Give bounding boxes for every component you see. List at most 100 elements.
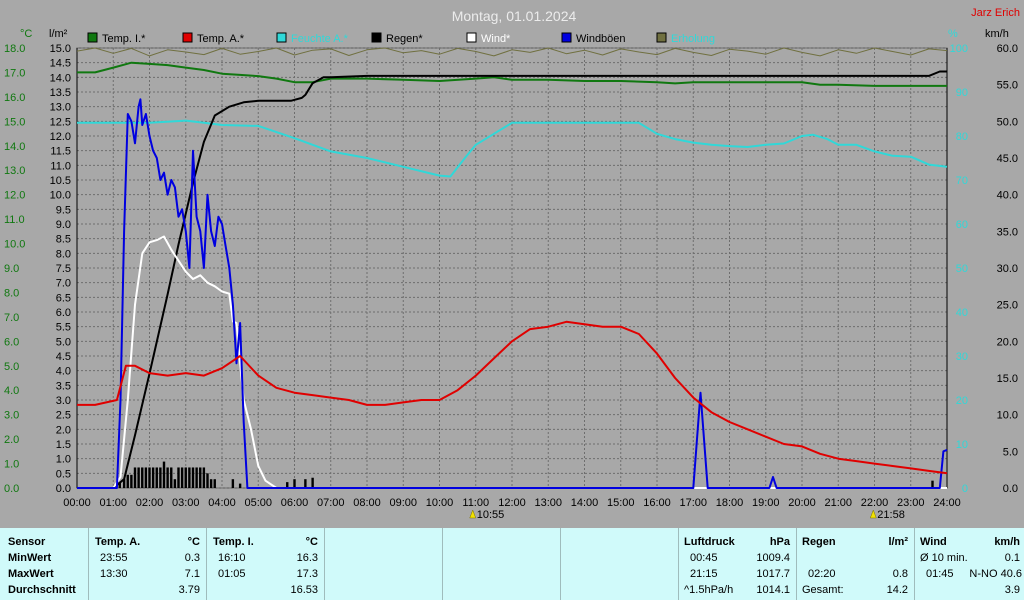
rain-tick-label: 10.0 bbox=[50, 190, 71, 202]
humidity-tick-label: 10 bbox=[956, 439, 968, 451]
humidity-tick-label: 70 bbox=[956, 175, 968, 187]
temp-tick-label: 17.0 bbox=[4, 67, 25, 79]
rain-tick-label: 0.0 bbox=[56, 483, 71, 495]
rain-tick-label: 12.0 bbox=[50, 131, 71, 143]
rain-bar bbox=[304, 479, 307, 488]
rain-tick-label: 3.5 bbox=[56, 380, 71, 392]
humidity-tick-label: 0 bbox=[962, 483, 968, 495]
rain-tick-label: 2.0 bbox=[56, 424, 71, 436]
wind-tick-label: 20.0 bbox=[997, 336, 1018, 348]
x-tick-label: 02:00 bbox=[136, 497, 164, 509]
temp-i-max-value: 17.3 bbox=[296, 568, 318, 580]
temp-i-max-time: 01:05 bbox=[218, 568, 246, 580]
rain-bar bbox=[162, 461, 166, 488]
author-label: Jarz Erich bbox=[971, 7, 1020, 19]
temp-i-min-value: 16.3 bbox=[296, 552, 318, 564]
humidity-tick-label: 90 bbox=[956, 87, 968, 99]
rain-tick-label: 8.0 bbox=[56, 248, 71, 260]
marker-label: 21:58 bbox=[877, 509, 905, 521]
rain-tick-label: 5.5 bbox=[56, 322, 71, 334]
rain-bar bbox=[130, 474, 133, 488]
temp-a-max-value: 7.1 bbox=[184, 568, 200, 580]
wind-tick-label: 55.0 bbox=[997, 80, 1018, 92]
legend-swatch bbox=[276, 32, 287, 43]
temp-i-average: 16.53 bbox=[290, 584, 318, 596]
divider bbox=[206, 528, 207, 600]
wind-unit: km/h bbox=[994, 536, 1020, 548]
temp-tick-label: 16.0 bbox=[4, 92, 25, 104]
rain-max-time: 02:20 bbox=[808, 568, 836, 580]
temp-tick-label: 4.0 bbox=[4, 385, 19, 397]
wind-avg-value: 0.1 bbox=[1004, 552, 1020, 564]
x-tick-label: 07:00 bbox=[317, 497, 345, 509]
x-tick-label: 17:00 bbox=[679, 497, 707, 509]
rain-bar bbox=[151, 467, 155, 488]
temp-tick-label: 14.0 bbox=[4, 141, 25, 153]
rain-tick-label: 15.0 bbox=[50, 43, 71, 55]
temp-tick-label: 9.0 bbox=[4, 263, 19, 275]
x-tick-label: 09:00 bbox=[389, 497, 417, 509]
pressure-trend-label: ^1.5hPa/h bbox=[684, 584, 734, 596]
temp-i-header: Temp. I. bbox=[213, 536, 254, 548]
divider bbox=[88, 528, 89, 600]
divider bbox=[442, 528, 443, 600]
rain-bar bbox=[231, 479, 235, 488]
pressure-max-value: 1017.7 bbox=[756, 568, 790, 580]
temp-tick-label: 12.0 bbox=[4, 190, 25, 202]
legend-swatch bbox=[656, 32, 667, 43]
rain-bar bbox=[293, 479, 296, 488]
temp-tick-label: 5.0 bbox=[4, 361, 19, 373]
rain-tick-label: 9.5 bbox=[56, 204, 71, 216]
wind-tick-label: 50.0 bbox=[997, 116, 1018, 128]
temp-axis-unit: °C bbox=[20, 28, 32, 40]
x-tick-label: 05:00 bbox=[244, 497, 272, 509]
rain-bar bbox=[173, 479, 177, 488]
legend-swatch bbox=[371, 32, 382, 43]
rain-max-value: 0.8 bbox=[892, 568, 908, 580]
wind-tick-label: 0.0 bbox=[1003, 483, 1018, 495]
temp-a-min-value: 0.3 bbox=[184, 552, 200, 564]
rain-tick-label: 3.0 bbox=[56, 395, 71, 407]
divider bbox=[796, 528, 797, 600]
wind-tick-label: 45.0 bbox=[997, 153, 1018, 165]
x-tick-label: 10:00 bbox=[426, 497, 454, 509]
divider bbox=[678, 528, 679, 600]
wind-avg-label: Ø 10 min. bbox=[920, 552, 968, 564]
temp-tick-label: 18.0 bbox=[4, 43, 25, 55]
x-tick-label: 13:00 bbox=[534, 497, 562, 509]
rain-bar bbox=[177, 467, 180, 488]
legend-label: Regen* bbox=[386, 33, 423, 45]
temp-tick-label: 6.0 bbox=[4, 336, 19, 348]
rain-tick-label: 7.0 bbox=[56, 278, 71, 290]
rain-tick-label: 11.0 bbox=[50, 160, 71, 172]
rain-bar bbox=[931, 480, 934, 488]
x-tick-label: 08:00 bbox=[353, 497, 381, 509]
x-tick-label: 04:00 bbox=[208, 497, 236, 509]
legend-label: Temp. I.* bbox=[102, 33, 146, 45]
rain-tick-label: 11.5 bbox=[50, 146, 71, 158]
wind-header: Wind bbox=[920, 536, 947, 548]
humidity-tick-label: 50 bbox=[956, 263, 968, 275]
rain-tick-label: 9.0 bbox=[56, 219, 71, 231]
legend-label: Temp. A.* bbox=[197, 33, 245, 45]
x-tick-label: 18:00 bbox=[716, 497, 744, 509]
rain-bar bbox=[155, 467, 158, 488]
rain-total-label: Gesamt: bbox=[802, 584, 844, 596]
rain-tick-label: 4.0 bbox=[56, 366, 71, 378]
temp-a-header: Temp. A. bbox=[95, 536, 141, 548]
rain-bar bbox=[126, 474, 129, 488]
rain-tick-label: 6.0 bbox=[56, 307, 71, 319]
row-label-min: MinWert bbox=[8, 552, 52, 564]
legend-label: Feuchte A.* bbox=[291, 33, 349, 45]
legend-label: Erholung bbox=[671, 33, 715, 45]
chart-title: Montag, 01.01.2024 bbox=[452, 8, 577, 24]
rain-tick-label: 6.5 bbox=[56, 292, 71, 304]
divider bbox=[914, 528, 915, 600]
x-tick-label: 21:00 bbox=[824, 497, 852, 509]
temp-a-min-time: 23:55 bbox=[100, 552, 128, 564]
x-tick-label: 20:00 bbox=[788, 497, 816, 509]
rain-header: Regen bbox=[802, 536, 836, 548]
temp-i-unit: °C bbox=[305, 536, 318, 548]
x-tick-label: 24:00 bbox=[933, 497, 961, 509]
x-tick-label: 19:00 bbox=[752, 497, 780, 509]
